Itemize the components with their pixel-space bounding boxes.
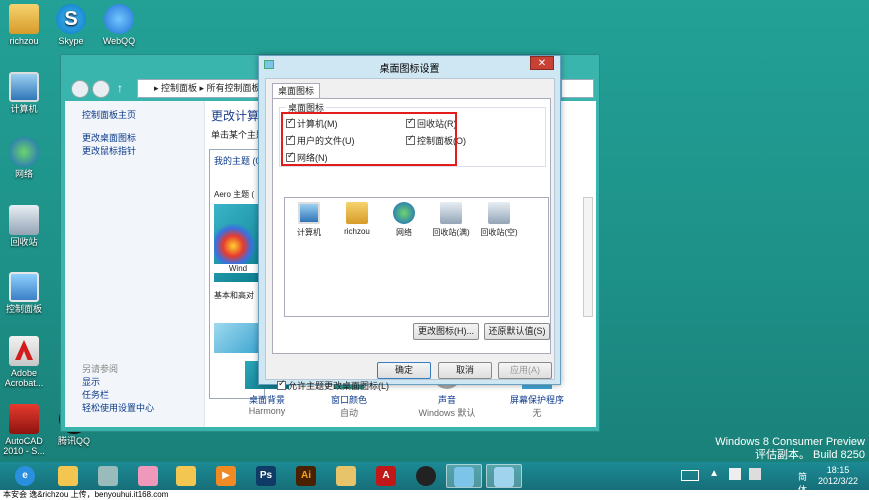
- folder3-icon[interactable]: [328, 464, 364, 488]
- recycle-bin-empty-icon: [488, 202, 510, 224]
- watermark: Windows 8 Consumer Preview 评估副本。 Build 8…: [715, 436, 865, 461]
- recycle-bin-full-icon: [440, 202, 462, 224]
- desktop-icon-control-panel[interactable]: 控制面板: [0, 272, 48, 314]
- list-item[interactable]: 计算机: [287, 202, 331, 238]
- autocad-icon: [9, 404, 39, 434]
- desktop-icon-adobe-acrobat[interactable]: Adobe Acrobat...: [0, 336, 48, 388]
- tools-icon[interactable]: [90, 464, 126, 488]
- basic-theme-thumbnail[interactable]: [214, 323, 262, 353]
- forward-icon[interactable]: [92, 80, 110, 98]
- webqq-icon: [104, 4, 134, 34]
- close-icon[interactable]: ✕: [530, 56, 554, 70]
- computer-icon: [298, 202, 320, 224]
- see-also-taskbar[interactable]: 任务栏: [82, 389, 204, 402]
- change-icon-button[interactable]: 更改图标(H)...: [413, 323, 479, 340]
- allow-themes-checkbox-label[interactable]: 允许主题更改桌面图标(L): [277, 378, 389, 392]
- clock[interactable]: 18:15 2012/3/22: [813, 465, 863, 487]
- illustrator-icon[interactable]: Ai: [288, 464, 324, 488]
- search-input[interactable]: [561, 79, 594, 98]
- taskbar: e ▶ Ps Ai A ▲ 简体 18:15 2012/3/22: [0, 462, 869, 495]
- cancel-button[interactable]: 取消: [438, 362, 492, 379]
- tab-desktop-icons[interactable]: 桌面图标: [272, 83, 321, 99]
- desktop-icon-network[interactable]: 网络: [0, 137, 48, 179]
- apply-button[interactable]: 应用(A): [498, 362, 552, 379]
- desktop-icon-webqq[interactable]: WebQQ: [95, 4, 143, 46]
- computer-icon: [9, 72, 39, 102]
- ie-icon[interactable]: e: [10, 464, 40, 488]
- see-also-display[interactable]: 显示: [82, 376, 204, 389]
- scrollbar[interactable]: [583, 197, 593, 317]
- network-icon: [9, 137, 39, 167]
- sidebar-change-mouse-pointer[interactable]: 更改鼠标指针: [82, 145, 204, 158]
- recycle-bin-icon: [9, 205, 39, 235]
- page-subtitle: 单击某个主题: [211, 130, 265, 140]
- sidebar-home-link[interactable]: 控制面板主页: [82, 109, 204, 122]
- aero-themes-header: Aero 主题 (: [214, 190, 255, 199]
- up-arrow-icon[interactable]: ↑: [117, 81, 123, 95]
- control-panel-icon: [9, 272, 39, 302]
- list-item[interactable]: richzou: [335, 202, 379, 236]
- paint-icon[interactable]: [130, 464, 166, 488]
- list-item[interactable]: 回收站(满): [429, 202, 473, 238]
- keyboard-icon[interactable]: [681, 470, 699, 481]
- media-player-icon[interactable]: ▶: [208, 464, 244, 488]
- back-icon[interactable]: [71, 80, 89, 98]
- chevron-up-icon[interactable]: ▲: [709, 468, 719, 479]
- skype-icon: S: [56, 4, 86, 34]
- footer-caption: 本安会 逸&richzou 上传，benyouhui.it168.com: [0, 490, 869, 500]
- see-also-ease-of-access[interactable]: 轻松使用设置中心: [82, 402, 204, 415]
- checkbox-checked-icon: [277, 378, 286, 390]
- sidebar-change-desktop-icons[interactable]: 更改桌面图标: [82, 132, 204, 145]
- folder-icon: [346, 202, 368, 224]
- see-also-header: 另请参阅: [82, 364, 119, 374]
- list-item[interactable]: 网络: [382, 202, 426, 238]
- acrobat-icon[interactable]: A: [368, 464, 404, 488]
- page-title: 更改计算机: [211, 109, 265, 123]
- folder2-icon[interactable]: [168, 464, 204, 488]
- desktop-icon-autocad[interactable]: AutoCAD 2010 - S...: [0, 404, 48, 456]
- dialog-title: 桌面图标设置: [379, 64, 440, 75]
- list-item[interactable]: 回收站(空): [477, 202, 521, 238]
- network-icon: [393, 202, 415, 224]
- qq-taskbar-icon[interactable]: [408, 464, 444, 488]
- desktop: richzou S Skype WebQQ 计算机 网络 回收站 控制面板 Ad…: [0, 0, 869, 462]
- basic-themes-header: 基本和高对: [214, 291, 254, 300]
- desktop-icon-list: 计算机 richzou 网络 回收站(满) 回收站(空): [284, 197, 549, 317]
- network-tray-icon[interactable]: [729, 468, 741, 480]
- photoshop-icon[interactable]: Ps: [248, 464, 284, 488]
- control-panel-taskbar-icon[interactable]: [446, 464, 482, 488]
- adobe-acrobat-icon: [9, 336, 39, 366]
- restore-default-button[interactable]: 还原默认值(S): [484, 323, 550, 340]
- ok-button[interactable]: 确定: [377, 362, 431, 379]
- desktop-icon-settings-dialog: 桌面图标设置 ✕ 桌面图标 桌面图标 计算机(M) 回收站(R) 用户的文件(U…: [258, 55, 561, 391]
- highlight-box: [281, 112, 457, 166]
- desktop-icon-skype[interactable]: S Skype: [47, 4, 95, 46]
- my-themes-header: 我的主题 (0): [214, 156, 264, 166]
- address-input[interactable]: ▸ 控制面板 ▸ 所有控制面板项: [137, 79, 265, 98]
- explorer-icon[interactable]: [50, 464, 86, 488]
- dialog-titlebar: 桌面图标设置 ✕: [259, 56, 560, 76]
- volume-icon[interactable]: [749, 468, 761, 480]
- desktop-icon-richzou[interactable]: richzou: [0, 4, 48, 46]
- dialog-taskbar-icon[interactable]: [486, 464, 522, 488]
- sidebar: 控制面板主页 更改桌面图标 更改鼠标指针 另请参阅 显示 任务栏 轻松使用设置中…: [65, 101, 205, 427]
- desktop-icon-computer[interactable]: 计算机: [0, 72, 48, 114]
- theme-thumbnail[interactable]: Wind: [214, 204, 262, 282]
- desktop-icon-recycle-bin[interactable]: 回收站: [0, 205, 48, 247]
- folder-icon: [9, 4, 39, 34]
